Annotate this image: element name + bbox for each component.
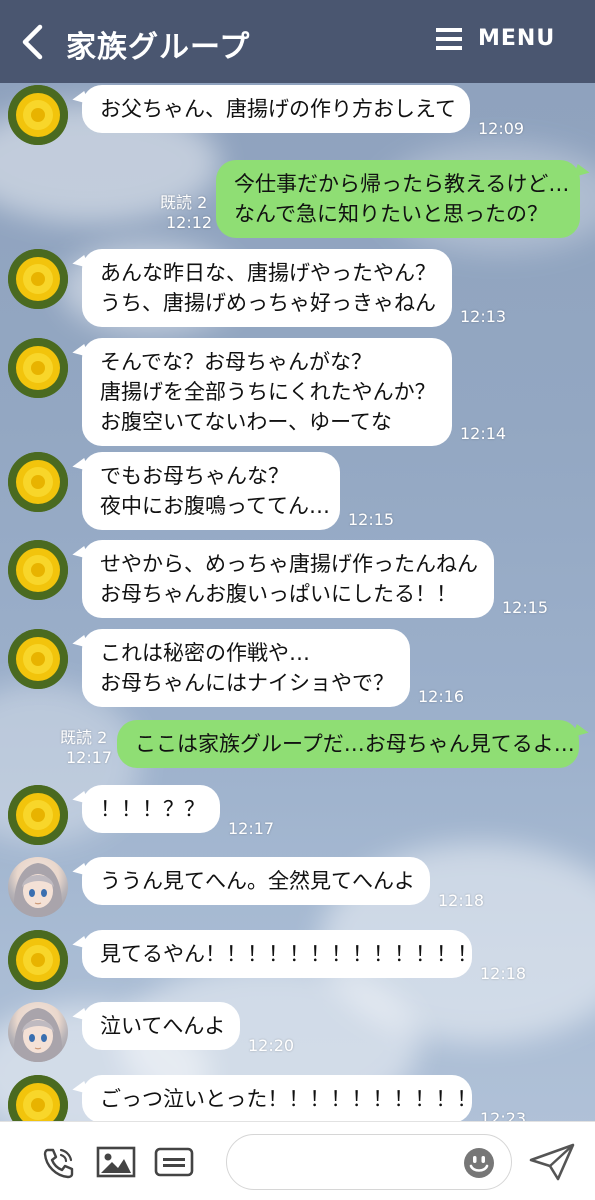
received-message-bubble[interactable]: ううん見てへん。全然見てへんよ xyxy=(82,857,430,905)
girl-avatar-icon xyxy=(13,863,63,917)
message-text-line: ごっつ泣いとった！！！！！！！！！！ xyxy=(100,1087,478,1111)
message-text-line: ううん見てへん。全然見てへんよ xyxy=(100,869,415,893)
received-message-bubble[interactable]: ごっつ泣いとった！！！！！！！！！！ xyxy=(82,1075,478,1123)
dandelion-avatar-icon xyxy=(8,930,68,990)
message-timestamp: 12:09 xyxy=(478,119,525,138)
message-timestamp: 12:12 xyxy=(166,213,213,232)
message-text-line: お父ちゃん、唐揚げの作り方おしえて xyxy=(100,97,456,121)
menu-button[interactable]: MENU xyxy=(436,26,555,51)
message-timestamp: 12:18 xyxy=(438,891,485,910)
avatar-child[interactable] xyxy=(8,930,68,990)
menu-label: MENU xyxy=(478,26,556,51)
message-timestamp: 12:14 xyxy=(460,424,507,443)
avatar-child[interactable] xyxy=(8,785,68,845)
avatar-child[interactable] xyxy=(8,338,68,398)
message-timestamp: 12:17 xyxy=(228,819,275,838)
message-text-line: お母ちゃんにはナイショやで？ xyxy=(100,671,394,695)
input-bar xyxy=(0,1121,595,1200)
message-text-line: うち、唐揚げめっちゃ好っきゃねん xyxy=(100,291,436,315)
received-message-bubble[interactable]: 見てるやん！！！！！！！！！！！！！ xyxy=(82,930,478,978)
sent-message-bubble[interactable]: ここは家族グループだ…お母ちゃん見てるよ… xyxy=(117,720,579,768)
received-message-bubble[interactable]: ！！！？？ xyxy=(82,785,220,833)
image-icon[interactable] xyxy=(96,1146,136,1178)
message-timestamp: 12:20 xyxy=(248,1036,295,1055)
avatar-child[interactable] xyxy=(8,85,68,145)
send-icon[interactable] xyxy=(528,1142,576,1182)
read-receipt: 既読 2 xyxy=(160,193,208,212)
avatar-mother[interactable] xyxy=(8,1002,68,1062)
message-text-line: でもお母ちゃんな？ xyxy=(100,464,289,488)
dandelion-avatar-icon xyxy=(8,785,68,845)
message-text-line: なんで急に知りたいと思ったの？ xyxy=(234,202,548,226)
received-message-bubble[interactable]: お父ちゃん、唐揚げの作り方おしえて xyxy=(82,85,470,133)
message-timestamp: 12:15 xyxy=(502,598,549,617)
girl-avatar-icon xyxy=(13,1008,63,1062)
message-input[interactable] xyxy=(245,1135,465,1189)
message-text-line: 今仕事だから帰ったら教えるけど… xyxy=(234,172,570,196)
received-message-bubble[interactable]: 泣いてへんよ xyxy=(82,1002,240,1050)
avatar-child[interactable] xyxy=(8,452,68,512)
message-timestamp: 12:13 xyxy=(460,307,507,326)
message-text-line: ここは家族グループだ…お母ちゃん見てるよ… xyxy=(135,732,575,756)
sent-message-bubble[interactable]: 今仕事だから帰ったら教えるけど… なんで急に知りたいと思ったの？ xyxy=(216,160,580,238)
message-text-line: 夜中にお腹鳴っててん… xyxy=(100,494,330,518)
message-timestamp: 12:16 xyxy=(418,687,465,706)
read-receipt: 既読 2 xyxy=(60,728,108,747)
received-message-bubble[interactable]: これは秘密の作戦や… お母ちゃんにはナイショやで？ xyxy=(82,629,410,707)
message-text-line: お腹空いてないわー、ゆーてな xyxy=(100,410,392,434)
keyboard-icon[interactable] xyxy=(154,1146,194,1178)
message-timestamp: 12:15 xyxy=(348,510,395,529)
received-message-bubble[interactable]: そんでな？お母ちゃんがな？ 唐揚げを全部うちにくれたやんか？ お腹空いてないわー、ゆ… xyxy=(82,338,452,446)
back-arrow-icon[interactable] xyxy=(18,24,46,60)
message-text-line: お母ちゃんお腹いっぱいにしたる！！ xyxy=(100,582,457,606)
dandelion-avatar-icon xyxy=(8,85,68,145)
hamburger-icon xyxy=(436,27,462,50)
dandelion-avatar-icon xyxy=(8,452,68,512)
received-message-bubble[interactable]: せやから、めっちゃ唐揚げ作ったんねん お母ちゃんお腹いっぱいにしたる！！ xyxy=(82,540,494,618)
dandelion-avatar-icon xyxy=(8,629,68,689)
phone-icon[interactable] xyxy=(40,1146,76,1180)
message-text-line: そんでな？お母ちゃんがな？ xyxy=(100,350,372,374)
message-text-line: ！！！？？ xyxy=(100,797,205,821)
avatar-child[interactable] xyxy=(8,540,68,600)
dandelion-avatar-icon xyxy=(8,540,68,600)
message-text-line: せやから、めっちゃ唐揚げ作ったんねん xyxy=(100,552,478,576)
message-text-line: あんな昨日な、唐揚げやったやん？ xyxy=(100,261,436,285)
avatar-child[interactable] xyxy=(8,249,68,309)
message-timestamp: 12:18 xyxy=(480,964,527,983)
received-message-bubble[interactable]: あんな昨日な、唐揚げやったやん？ うち、唐揚げめっちゃ好っきゃねん xyxy=(82,249,452,327)
dandelion-avatar-icon xyxy=(8,338,68,398)
avatar-child[interactable] xyxy=(8,629,68,689)
received-message-bubble[interactable]: でもお母ちゃんな？ 夜中にお腹鳴っててん… xyxy=(82,452,340,530)
message-text-line: 泣いてへんよ xyxy=(100,1014,226,1038)
chat-header: 家族グループ MENU xyxy=(0,0,595,83)
dandelion-avatar-icon xyxy=(8,249,68,309)
message-input-box[interactable] xyxy=(226,1134,512,1190)
message-text-line: これは秘密の作戦や… xyxy=(100,641,310,665)
emoji-icon[interactable] xyxy=(463,1147,495,1179)
message-timestamp: 12:17 xyxy=(66,748,113,767)
message-text-line: 唐揚げを全部うちにくれたやんか？ xyxy=(100,380,436,404)
message-text-line: 見てるやん！！！！！！！！！！！！！ xyxy=(100,942,478,966)
avatar-mother[interactable] xyxy=(8,857,68,917)
chat-title: 家族グループ xyxy=(66,30,251,65)
